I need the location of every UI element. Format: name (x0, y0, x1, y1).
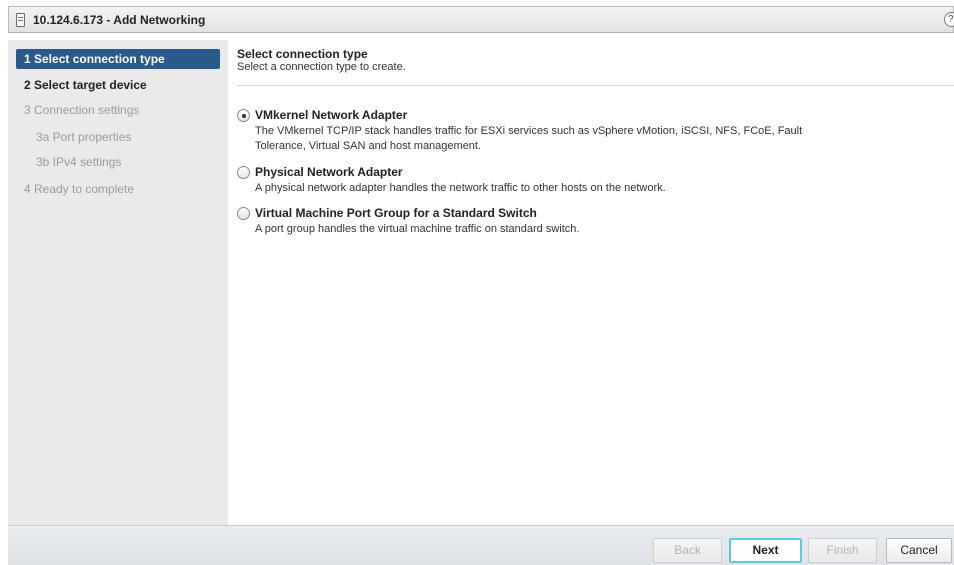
radio-physical-adapter[interactable] (237, 166, 250, 179)
option-vmkernel-adapter[interactable]: VMkernel Network Adapter The VMkernel TC… (237, 107, 937, 155)
option-title: Physical Network Adapter (255, 165, 403, 179)
help-icon[interactable]: ? (944, 12, 954, 27)
option-description: A physical network adapter handles the n… (255, 182, 666, 194)
option-title: Virtual Machine Port Group for a Standar… (255, 206, 537, 220)
option-description: The VMkernel TCP/IP stack handles traffi… (255, 125, 803, 152)
option-physical-adapter[interactable]: Physical Network Adapter A physical netw… (237, 164, 937, 198)
window-titlebar: 10.124.6.173 - Add Networking ? (8, 6, 954, 33)
option-vm-port-group[interactable]: Virtual Machine Port Group for a Standar… (237, 205, 937, 239)
page-subtitle: Select a connection type to create. (237, 61, 406, 73)
header-divider (237, 85, 954, 86)
step-port-properties: 3a Port properties (36, 130, 132, 144)
step-ready-to-complete: 4 Ready to complete (24, 182, 135, 196)
cancel-button[interactable]: Cancel (886, 538, 952, 563)
next-button[interactable]: Next (729, 538, 802, 563)
wizard-footer: Back Next Finish Cancel (8, 525, 954, 565)
host-icon (16, 12, 25, 27)
radio-vmkernel-adapter[interactable] (237, 109, 250, 122)
step-ipv4-settings: 3b IPv4 settings (36, 155, 122, 169)
wizard-steps-sidebar: 1 Select connection type 2 Select target… (8, 40, 228, 525)
radio-vm-port-group[interactable] (237, 207, 250, 220)
back-button[interactable]: Back (653, 538, 722, 563)
step-select-connection-type[interactable]: 1 Select connection type (16, 49, 220, 69)
step-connection-settings: 3 Connection settings (24, 103, 140, 117)
option-description: A port group handles the virtual machine… (255, 223, 580, 235)
window-title: 10.124.6.173 - Add Networking (33, 12, 206, 27)
step-select-target-device[interactable]: 2 Select target device (16, 75, 220, 95)
wizard-content: Select connection type Select a connecti… (228, 40, 954, 525)
option-title: VMkernel Network Adapter (255, 108, 408, 122)
page-title: Select connection type (237, 47, 368, 61)
finish-button[interactable]: Finish (808, 538, 877, 563)
